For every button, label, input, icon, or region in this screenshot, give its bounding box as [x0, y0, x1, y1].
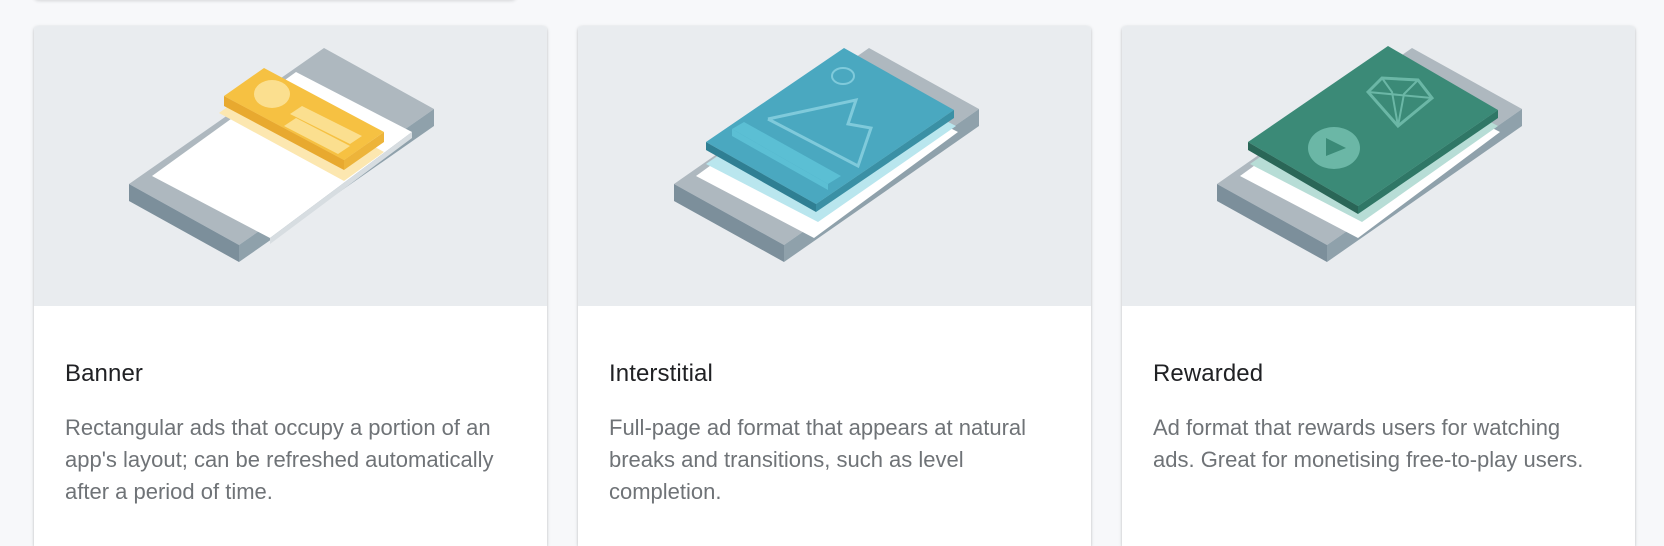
banner-card[interactable]: Banner Rectangular ads that occupy a por… — [34, 26, 547, 546]
interstitial-card[interactable]: Interstitial Full-page ad format that ap… — [578, 26, 1091, 546]
card-title: Interstitial — [609, 360, 713, 387]
card-description: Rectangular ads that occupy a portion of… — [65, 415, 494, 504]
rewarded-illustration — [1122, 26, 1635, 306]
banner-illustration — [34, 26, 547, 306]
card-title: Rewarded — [1153, 360, 1264, 387]
rewarded-card[interactable]: Rewarded Ad format that rewards users fo… — [1122, 26, 1635, 546]
card-description: Ad format that rewards users for watchin… — [1153, 415, 1584, 472]
interstitial-illustration — [578, 26, 1091, 306]
card-description: Full-page ad format that appears at natu… — [609, 415, 1027, 504]
ad-format-cards: Banner Rectangular ads that occupy a por… — [34, 26, 1635, 546]
card-title: Banner — [65, 360, 143, 387]
